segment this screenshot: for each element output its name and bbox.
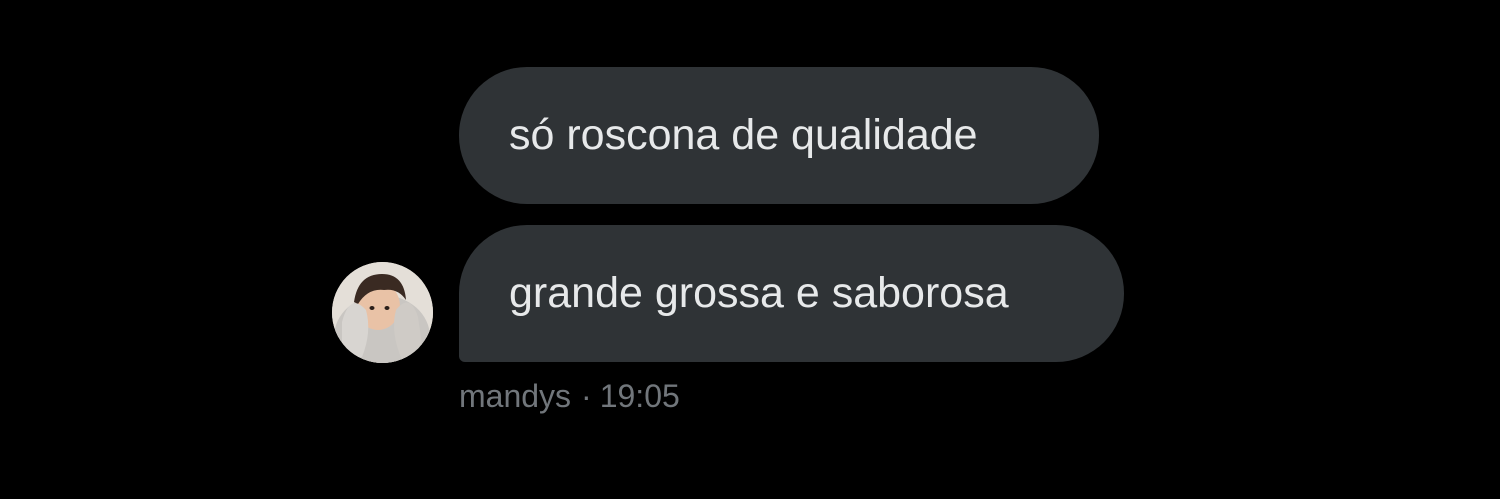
avatar[interactable]	[332, 262, 433, 363]
avatar-image	[332, 262, 433, 363]
meta-separator: ·	[581, 378, 592, 414]
dm-conversation: só roscona de qualidade grande grossa e …	[0, 0, 1500, 499]
message-bubble[interactable]: grande grossa e saborosa	[459, 225, 1124, 362]
message-text: grande grossa e saborosa	[509, 269, 1009, 317]
message-meta: mandys · 19:05	[459, 378, 680, 415]
message-bubble[interactable]: só roscona de qualidade	[459, 67, 1099, 204]
message-timestamp: 19:05	[599, 378, 680, 414]
message-text: só roscona de qualidade	[509, 111, 978, 159]
sender-name: mandys	[459, 378, 572, 414]
